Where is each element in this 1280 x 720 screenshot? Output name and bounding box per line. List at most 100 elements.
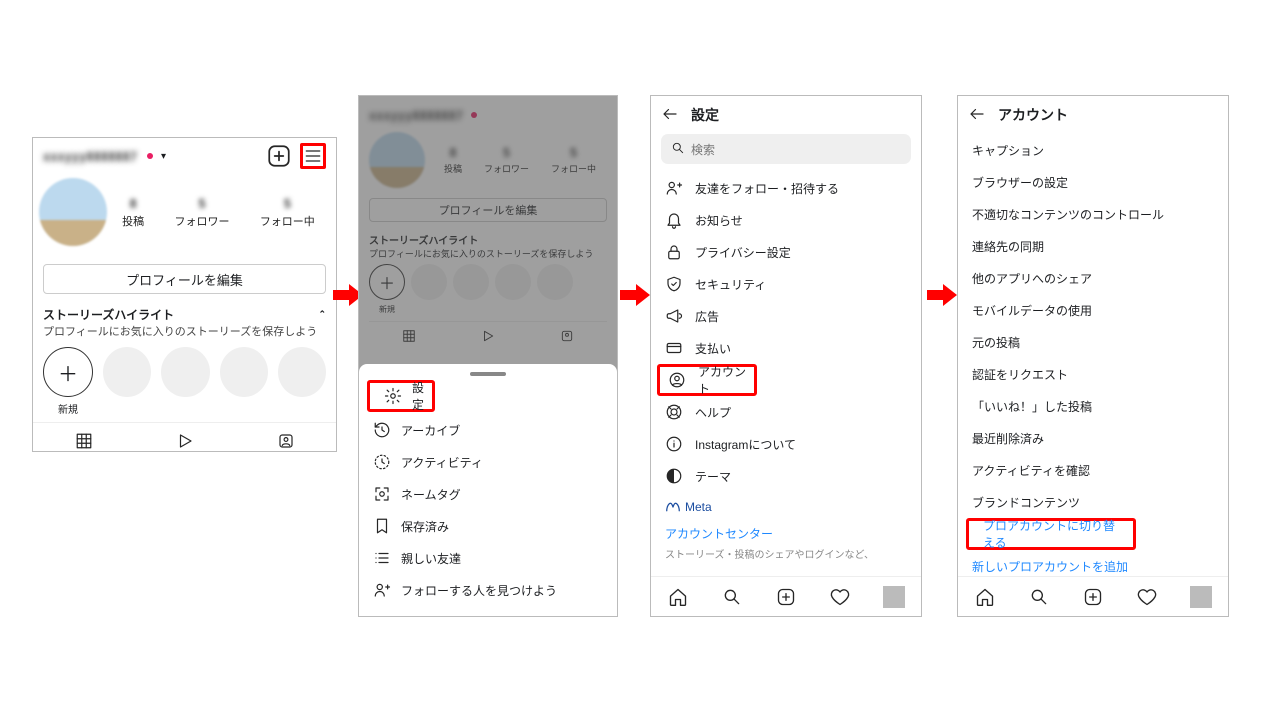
person-plus-icon: [665, 179, 683, 197]
story-highlights-sub: プロフィールにお気に入りのストーリーズを保存しよう: [33, 323, 336, 343]
gear-icon: [384, 387, 402, 405]
stat-followers[interactable]: 5フォロワー: [174, 196, 229, 229]
avatar[interactable]: [39, 178, 107, 246]
account-inappropriate[interactable]: 不適切なコンテンツのコントロール: [958, 198, 1228, 230]
account-contacts-sync[interactable]: 連絡先の同期: [958, 230, 1228, 262]
menu-close-friends[interactable]: 親しい友達: [359, 542, 617, 574]
nav-profile[interactable]: [867, 577, 921, 616]
story-placeholder: [103, 347, 151, 397]
settings-payments[interactable]: 支払い: [651, 332, 921, 364]
account-icon: [668, 371, 686, 389]
tab-reels[interactable]: [134, 423, 235, 452]
tab-tagged[interactable]: [235, 423, 336, 452]
bell-icon: [665, 211, 683, 229]
settings-privacy[interactable]: プライバシー設定: [651, 236, 921, 268]
flow-arrow: [620, 283, 650, 307]
flow-arrow: [927, 283, 957, 307]
notification-dot: [147, 153, 153, 159]
hamburger-menu-icon[interactable]: [300, 143, 326, 169]
nav-activity[interactable]: [1120, 577, 1174, 616]
add-post-icon[interactable]: [266, 143, 292, 169]
lock-icon: [665, 243, 683, 261]
chevron-up-icon: ⌃: [318, 309, 326, 320]
chevron-down-icon[interactable]: ▾: [161, 151, 166, 162]
nav-add[interactable]: [759, 577, 813, 616]
menu-sheet-screen: xxxyyy8888887 8投稿 5フォロワー 5フォロー中 プロフィールを編…: [358, 95, 618, 617]
profile-screen: xxxyyy8888887 ▾ 8投稿 5フォロワー 5フォロー中 プロフィール…: [32, 137, 337, 452]
profile-tabs: [33, 422, 336, 452]
account-browser[interactable]: ブラウザーの設定: [958, 166, 1228, 198]
settings-help[interactable]: ヘルプ: [651, 396, 921, 428]
settings-about[interactable]: Instagramについて: [651, 428, 921, 460]
settings-follow-invite[interactable]: 友達をフォロー・招待する: [651, 172, 921, 204]
story-highlights-header[interactable]: ストーリーズハイライト ⌃: [33, 300, 336, 323]
switch-pro-account[interactable]: プロアカウントに切り替える: [966, 518, 1136, 550]
plus-icon: ＋: [58, 358, 78, 387]
account-center-link[interactable]: アカウントセンター: [651, 515, 921, 544]
account-recently-deleted[interactable]: 最近削除済み: [958, 422, 1228, 454]
menu-archive[interactable]: アーカイブ: [359, 414, 617, 446]
bottom-nav: [651, 576, 921, 616]
account-mobile-data[interactable]: モバイルデータの使用: [958, 294, 1228, 326]
history-icon: [373, 421, 391, 439]
page-title: 設定: [691, 105, 719, 125]
settings-security[interactable]: セキュリティ: [651, 268, 921, 300]
nav-add[interactable]: [1066, 577, 1120, 616]
settings-header: 設定: [651, 96, 921, 134]
back-icon[interactable]: [968, 105, 986, 126]
dimmed-profile-background: xxxyyy8888887 8投稿 5フォロワー 5フォロー中 プロフィールを編…: [359, 96, 617, 376]
account-request-verify[interactable]: 認証をリクエスト: [958, 358, 1228, 390]
settings-theme[interactable]: テーマ: [651, 460, 921, 492]
profile-header: xxxyyy8888887 ▾: [33, 138, 336, 174]
megaphone-icon: [665, 307, 683, 325]
menu-discover-people[interactable]: フォローする人を見つけよう: [359, 574, 617, 606]
meta-subtext: ストーリーズ・投稿のシェアやログインなど、: [651, 544, 921, 561]
account-share-other[interactable]: 他のアプリへのシェア: [958, 262, 1228, 294]
page-title: アカウント: [998, 105, 1068, 125]
bookmark-icon: [373, 517, 391, 535]
story-placeholder: [220, 347, 268, 397]
menu-activity[interactable]: アクティビティ: [359, 446, 617, 478]
story-placeholder: [278, 347, 326, 397]
menu-nametag[interactable]: ネームタグ: [359, 478, 617, 510]
tab-grid[interactable]: [33, 423, 134, 452]
search-input[interactable]: 検索: [661, 134, 911, 164]
stat-posts[interactable]: 8投稿: [122, 196, 144, 229]
account-screen: アカウント キャプション ブラウザーの設定 不適切なコンテンツのコントロール 連…: [957, 95, 1229, 617]
sheet-handle[interactable]: [470, 372, 506, 376]
account-original-posts[interactable]: 元の投稿: [958, 326, 1228, 358]
account-brand-content[interactable]: ブランドコンテンツ: [958, 486, 1228, 518]
settings-screen: 設定 検索 友達をフォロー・招待する お知らせ プライバシー設定 セキュリティ …: [650, 95, 922, 617]
nav-search[interactable]: [1012, 577, 1066, 616]
back-icon[interactable]: [661, 105, 679, 126]
activity-icon: [373, 453, 391, 471]
bottom-nav: [958, 576, 1228, 616]
list-icon: [373, 549, 391, 567]
story-new[interactable]: ＋ 新規: [43, 347, 93, 416]
account-check-activity[interactable]: アクティビティを確認: [958, 454, 1228, 486]
nav-activity[interactable]: [813, 577, 867, 616]
account-caption[interactable]: キャプション: [958, 134, 1228, 166]
card-icon: [665, 339, 683, 357]
meta-logo: Meta: [651, 492, 726, 514]
person-plus-icon: [373, 581, 391, 599]
nav-search[interactable]: [705, 577, 759, 616]
nametag-icon: [373, 485, 391, 503]
theme-icon: [665, 467, 683, 485]
stat-following[interactable]: 5フォロー中: [260, 196, 315, 229]
menu-saved[interactable]: 保存済み: [359, 510, 617, 542]
shield-icon: [665, 275, 683, 293]
username[interactable]: xxxyyy8888887: [43, 149, 137, 164]
account-header: アカウント: [958, 96, 1228, 134]
nav-home[interactable]: [958, 577, 1012, 616]
settings-ads[interactable]: 広告: [651, 300, 921, 332]
nav-home[interactable]: [651, 577, 705, 616]
help-icon: [665, 403, 683, 421]
settings-account[interactable]: アカウント: [657, 364, 757, 396]
settings-notifications[interactable]: お知らせ: [651, 204, 921, 236]
profile-stats: 8投稿 5フォロワー 5フォロー中: [107, 178, 330, 246]
menu-settings[interactable]: 設定: [367, 380, 435, 412]
nav-profile[interactable]: [1174, 577, 1228, 616]
account-liked-posts[interactable]: 「いいね！」した投稿: [958, 390, 1228, 422]
edit-profile-button[interactable]: プロフィールを編集: [43, 264, 326, 294]
